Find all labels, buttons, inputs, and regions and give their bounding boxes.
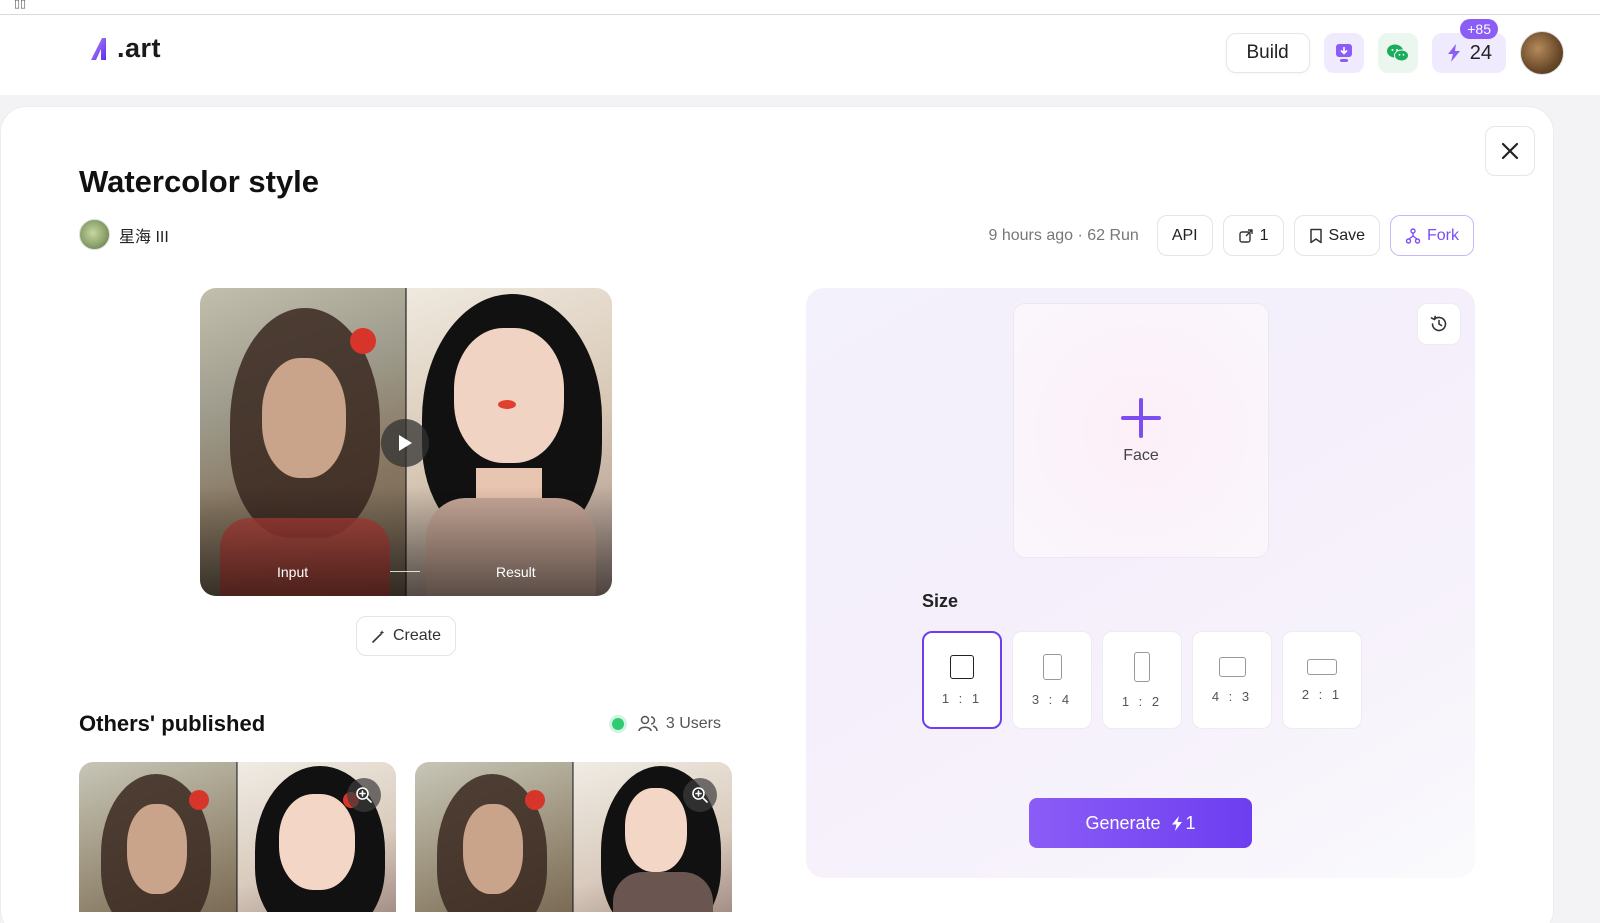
published-card[interactable]: [415, 762, 732, 912]
logo-text: .art: [117, 33, 162, 63]
lightning-icon: [1447, 44, 1460, 62]
page-title: Watercolor style: [79, 164, 320, 199]
generate-button[interactable]: Generate 1: [1029, 798, 1252, 848]
size-option-4-3[interactable]: 4 : 3: [1192, 631, 1272, 729]
close-icon: [1501, 142, 1519, 160]
plus-icon: [1121, 397, 1161, 438]
size-option-1-1[interactable]: 1 : 1: [922, 631, 1002, 729]
portrait-ratio-icon: [1042, 653, 1062, 680]
logo-mark-icon: [91, 37, 106, 60]
build-button[interactable]: Build: [1225, 33, 1310, 73]
square-ratio-icon: [950, 654, 974, 679]
close-button[interactable]: [1485, 126, 1535, 176]
window-grid-icon: ▯▯: [14, 0, 27, 10]
users-count: 3 Users: [611, 715, 721, 733]
size-ratio-label: 2 : 1: [1301, 686, 1343, 702]
size-ratio-label: 1 : 2: [1121, 693, 1163, 709]
fork-icon: [1405, 227, 1421, 244]
top-navbar: .art Build 24 +85: [0, 15, 1600, 95]
size-ratio-label: 1 : 1: [941, 690, 983, 706]
wide-ratio-icon: [1307, 658, 1337, 675]
result-label: Result: [496, 564, 536, 580]
published-card[interactable]: [79, 762, 396, 912]
zoom-in-icon: [692, 787, 708, 803]
size-options: 1 : 1 3 : 4 1 : 2 4 : 3 2 : 1: [922, 631, 1362, 729]
author-name[interactable]: 星海 III: [119, 223, 169, 247]
arrow-icon: [390, 571, 420, 572]
lightning-icon: [1171, 815, 1182, 831]
play-button[interactable]: [381, 419, 429, 467]
download-icon: [1335, 44, 1352, 62]
others-published-heading: Others' published: [79, 711, 266, 736]
before-after-preview[interactable]: Input Result: [200, 288, 612, 596]
size-ratio-label: 3 : 4: [1031, 691, 1073, 707]
bookmark-icon: [1309, 228, 1322, 243]
credits-balance[interactable]: 24 +85: [1431, 19, 1506, 73]
users-icon: [638, 715, 658, 732]
size-ratio-label: 4 : 3: [1211, 688, 1253, 704]
wechat-button[interactable]: [1377, 33, 1418, 73]
create-label: Create: [393, 627, 442, 644]
api-label: API: [1171, 226, 1198, 244]
credits-count: 24: [1469, 41, 1492, 64]
author-avatar[interactable]: [79, 219, 110, 250]
play-icon: [399, 435, 412, 451]
history-button[interactable]: [1417, 303, 1461, 345]
api-button[interactable]: API: [1156, 215, 1213, 256]
zoom-in-icon: [356, 787, 372, 803]
history-icon: [1430, 315, 1447, 332]
save-label: Save: [1328, 226, 1365, 244]
size-heading: Size: [922, 591, 959, 611]
size-option-3-4[interactable]: 3 : 4: [1012, 631, 1092, 729]
tall-ratio-icon: [1134, 651, 1150, 682]
generate-cost-value: 1: [1185, 812, 1196, 833]
fork-button[interactable]: Fork: [1390, 215, 1474, 256]
users-label: 3 Users: [665, 715, 721, 732]
app-logo[interactable]: .art: [88, 33, 161, 64]
create-button[interactable]: Create: [356, 616, 457, 656]
face-upload-area[interactable]: Face: [1013, 303, 1269, 558]
zoom-button[interactable]: [683, 778, 717, 812]
share-button[interactable]: 1: [1222, 215, 1284, 256]
zoom-button[interactable]: [347, 778, 381, 812]
magic-wand-icon: [372, 629, 385, 643]
fork-label: Fork: [1427, 226, 1459, 244]
download-app-button[interactable]: [1323, 33, 1364, 73]
share-count: 1: [1259, 226, 1269, 244]
share-icon: [1238, 228, 1253, 243]
upload-label: Face: [1123, 446, 1159, 464]
input-label: Input: [277, 564, 309, 580]
size-option-1-2[interactable]: 1 : 2: [1102, 631, 1182, 729]
size-option-2-1[interactable]: 2 : 1: [1282, 631, 1362, 729]
generate-cost: 1: [1171, 813, 1196, 834]
nav-actions: Build 24 +85: [1225, 19, 1564, 75]
online-dot: [611, 718, 624, 730]
meta-actions: 9 hours ago · 62 Run API 1 Save Fork: [988, 215, 1474, 256]
author-info[interactable]: 星海 III: [79, 219, 169, 250]
run-meta: 9 hours ago · 62 Run: [988, 226, 1139, 244]
user-avatar[interactable]: [1520, 31, 1564, 75]
credits-bonus-badge: +85: [1460, 19, 1498, 39]
browser-top-strip: ▯▯: [0, 0, 1600, 15]
generate-label: Generate: [1085, 812, 1161, 833]
landscape-ratio-icon: [1218, 656, 1246, 677]
wechat-icon: [1386, 44, 1409, 62]
save-button[interactable]: Save: [1293, 215, 1380, 256]
